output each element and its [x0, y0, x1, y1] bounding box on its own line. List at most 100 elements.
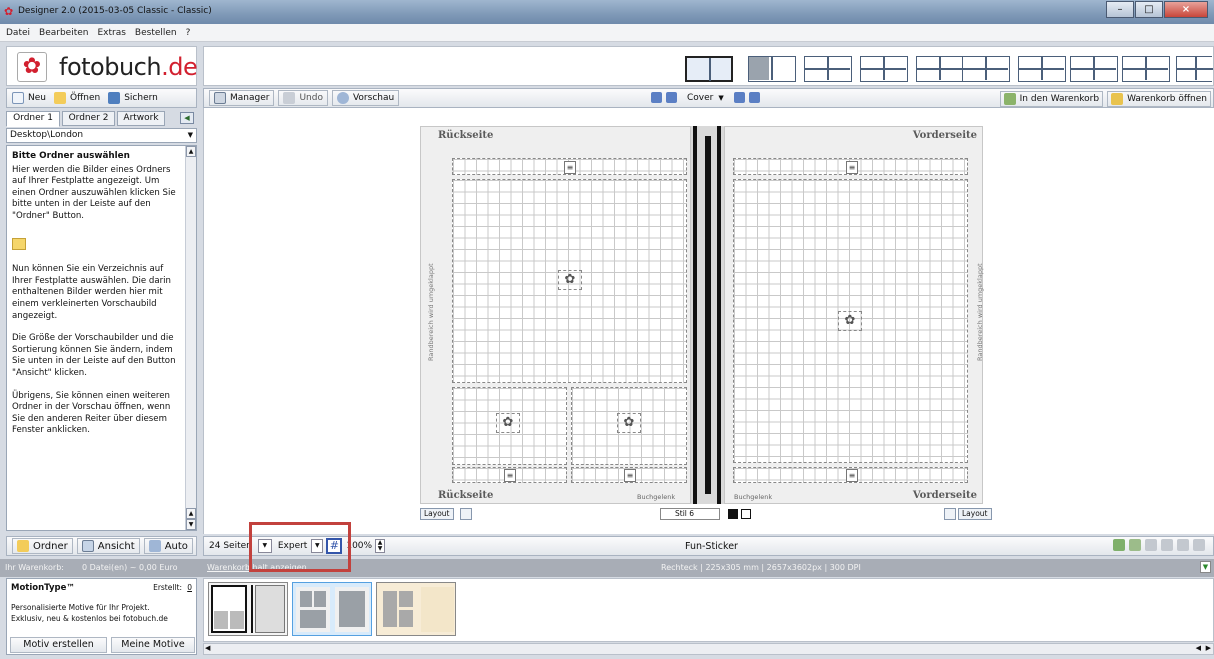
menu-datei[interactable]: Datei	[6, 28, 30, 38]
book-spine[interactable]	[691, 126, 724, 504]
thumbnail-page-3-4[interactable]	[376, 582, 456, 636]
tab-ordner-1[interactable]: Ordner 1	[6, 111, 60, 127]
delete-page-icon[interactable]	[1193, 539, 1205, 551]
help-paragraph: Hier werden die Bilder eines Ordners auf…	[12, 164, 176, 221]
scroll-down-icon[interactable]: ▼	[186, 519, 196, 530]
manager-button[interactable]: Manager	[209, 90, 275, 106]
layout-option-4[interactable]	[860, 56, 908, 82]
new-button[interactable]: Neu	[12, 92, 46, 104]
text-icon: ≡	[624, 469, 636, 482]
folder-button[interactable]: Ordner	[12, 538, 73, 554]
zoom-stepper[interactable]: ▲ ▼	[375, 539, 386, 553]
page-layout-strip	[203, 46, 1214, 86]
thumbnail-scrollbar[interactable]: ◀ ◀ ▶	[203, 643, 1214, 655]
layout-option-3[interactable]	[804, 56, 852, 82]
layout-option-6[interactable]	[962, 56, 1010, 82]
add-pages-icon[interactable]	[1129, 539, 1141, 551]
cover-select[interactable]: Cover	[687, 93, 713, 103]
open-button[interactable]: Öffnen	[53, 92, 100, 104]
move-page-icon[interactable]	[1145, 539, 1157, 551]
expand-icon[interactable]: ▼	[1200, 561, 1211, 573]
menu-bestellen[interactable]: Bestellen	[135, 28, 177, 38]
layout-option-5[interactable]	[916, 56, 964, 82]
menu-extras[interactable]: Extras	[97, 28, 125, 38]
panel-toggle-icon[interactable]: ◀	[180, 112, 194, 124]
chevron-down-icon[interactable]: ▼	[718, 94, 723, 102]
close-button[interactable]: ×	[1164, 1, 1208, 18]
tab-ordner-2[interactable]: Ordner 2	[62, 111, 115, 126]
black-color-swatch[interactable]	[728, 509, 738, 519]
minimize-button[interactable]: –	[1106, 1, 1134, 18]
layout-option-2[interactable]	[748, 56, 796, 82]
scroll-left-icon[interactable]: ◀	[205, 644, 210, 652]
photo-placeholder-icon: ✿	[838, 311, 862, 331]
layout-button-left[interactable]: Layout	[420, 508, 454, 520]
page-title: Vorderseite	[912, 130, 977, 141]
photo-placeholder-icon: ✿	[558, 270, 582, 290]
copy-page-icon[interactable]	[1161, 539, 1173, 551]
help-scrollbar[interactable]: ▲ ▲ ▼	[185, 146, 196, 530]
auto-icon	[148, 540, 161, 552]
spine-label: Buchgelenk	[734, 493, 773, 501]
folder-path-select[interactable]: Desktop\London ▼	[6, 128, 197, 143]
save-button[interactable]: Sichern	[108, 92, 158, 104]
paste-page-icon[interactable]	[1177, 539, 1189, 551]
butterfly-logo-icon: ✿	[17, 52, 47, 82]
layout-option-10[interactable]	[1176, 56, 1213, 82]
menu-bearbeiten[interactable]: Bearbeiten	[39, 28, 88, 38]
layout-option-single[interactable]	[685, 56, 733, 82]
frame-info: Rechteck | 225x305 mm | 2657x3602px | 30…	[661, 563, 861, 572]
maximize-button[interactable]: □	[1135, 1, 1163, 18]
cart-link[interactable]: Warenkorb	[207, 563, 250, 572]
page-count: 24 Seiten	[209, 541, 252, 551]
my-motifs-button[interactable]: Meine Motive	[111, 637, 195, 653]
thumbnail-page-1-2[interactable]	[292, 582, 372, 636]
last-page-icon[interactable]	[748, 92, 760, 103]
file-toolbar: Neu Öffnen Sichern	[6, 88, 197, 108]
back-cover-page[interactable]: Rückseite ≡ ✿ ✿ ✿ ≡ ≡ Randbereich wird u…	[420, 126, 691, 504]
help-paragraph: Die Größe der Vorschaubilder und die Sor…	[12, 333, 176, 378]
created-count[interactable]: 0	[187, 583, 192, 592]
page-settings-icon[interactable]	[944, 508, 956, 520]
view-button[interactable]: Ansicht	[76, 538, 140, 554]
add-to-cart-button[interactable]: In den Warenkorb	[999, 91, 1104, 107]
thumbnail-cover[interactable]	[208, 582, 288, 636]
layout-button-right[interactable]: Layout	[958, 508, 992, 520]
layout-option-8[interactable]	[1070, 56, 1118, 82]
first-page-icon[interactable]	[651, 92, 662, 103]
cart-label: Ihr Warenkorb:	[5, 563, 64, 572]
front-cover-page[interactable]: Vorderseite ≡ ✿ ≡ Randbereich wird umgek…	[724, 126, 984, 504]
preview-button[interactable]: Vorschau	[331, 90, 400, 106]
undo-button[interactable]: Undo	[278, 90, 328, 106]
layout-option-9[interactable]	[1122, 56, 1170, 82]
undo-icon	[283, 92, 296, 104]
scroll-up-icon[interactable]: ▲	[186, 508, 196, 519]
created-label: Erstellt:	[153, 583, 182, 592]
tab-artwork[interactable]: Artwork	[117, 111, 165, 126]
scroll-right-icon[interactable]: ▶	[1206, 644, 1211, 652]
text-icon: ≡	[846, 469, 858, 482]
next-page-icon[interactable]	[733, 92, 745, 103]
folder-icon	[17, 540, 29, 552]
create-motif-button[interactable]: Motiv erstellen	[10, 637, 107, 653]
fun-sticker-button[interactable]: Fun-Sticker	[685, 541, 738, 552]
page-navigation: Cover ▼	[651, 92, 764, 103]
auto-button[interactable]: Auto	[143, 538, 193, 554]
page-title: Rückseite	[438, 130, 494, 141]
folder-help-panel: Bitte Ordner auswählen Hier werden die B…	[6, 145, 197, 531]
photo-placeholder-icon: ✿	[617, 413, 641, 433]
add-page-icon[interactable]	[1113, 539, 1125, 551]
page-settings-icon[interactable]	[460, 508, 472, 520]
scroll-up-icon[interactable]: ▲	[186, 146, 196, 157]
design-canvas[interactable]: Rückseite ≡ ✿ ✿ ✿ ≡ ≡ Randbereich wird u…	[203, 108, 1214, 534]
menu-help[interactable]: ?	[186, 28, 191, 38]
white-color-swatch[interactable]	[741, 509, 751, 519]
open-cart-button[interactable]: Warenkorb öffnen	[1107, 91, 1211, 107]
layout-option-7[interactable]	[1018, 56, 1066, 82]
scroll-left-icon[interactable]: ◀	[1196, 644, 1201, 652]
folder-toolbar: Ordner Ansicht Auto	[6, 536, 197, 556]
help-heading: Bitte Ordner auswählen	[12, 151, 130, 161]
style-select[interactable]: Stil 6	[660, 508, 720, 520]
highlight-box	[249, 522, 351, 572]
prev-page-icon[interactable]	[666, 92, 677, 103]
